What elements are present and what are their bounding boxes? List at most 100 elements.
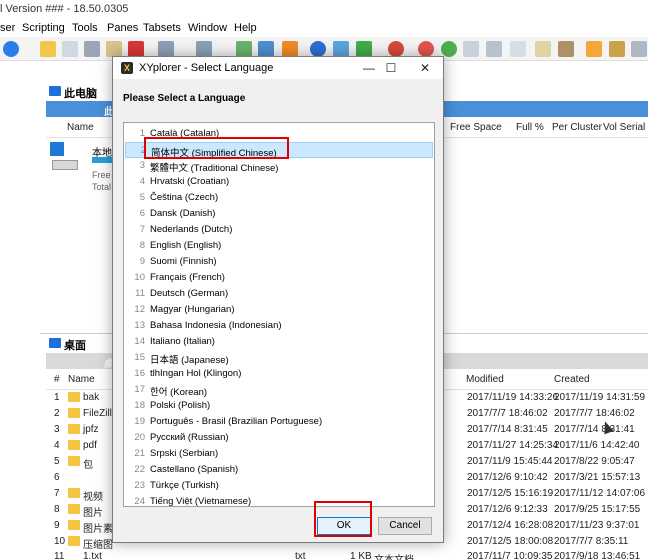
language-item[interactable]: 17 한어 (Korean)	[125, 382, 433, 398]
menu-item-tabsets[interactable]: Tabsets	[143, 22, 181, 34]
row-modified: 2017/12/5 18:00:08	[467, 536, 554, 547]
language-list[interactable]: 1 Català (Catalan) 2 简体中文 (Simplified Chine…	[123, 122, 435, 507]
language-item[interactable]: 15 日本語 (Japanese)	[125, 350, 433, 366]
paste-icon[interactable]	[106, 41, 122, 57]
dialog-titlebar[interactable]: X XYplorer - Select Language — ☐ ✕	[113, 57, 443, 79]
col-name-bottom[interactable]: Name	[68, 374, 95, 385]
checkbox-icon[interactable]	[258, 41, 274, 57]
drive-usage-bar	[92, 157, 112, 163]
folder-open-icon[interactable]	[40, 41, 56, 57]
language-label: Castellano (Spanish)	[150, 464, 239, 475]
language-label: Čeština (Czech)	[150, 192, 219, 203]
col-per-cluster[interactable]: Per Cluster	[552, 122, 602, 133]
row-name: jpfz	[83, 424, 99, 435]
tab-this-pc-label: 此电脑	[64, 88, 97, 100]
language-item[interactable]: 7 Nederlands (Dutch)	[125, 222, 433, 238]
cut-icon[interactable]	[84, 41, 100, 57]
row-created: 2017/11/6 14:42:40	[554, 440, 640, 451]
panes-icon[interactable]	[510, 41, 526, 57]
tab-desktop[interactable]: 桌面	[46, 335, 116, 352]
language-item[interactable]: 8 English (English)	[125, 238, 433, 254]
row-name: 图片	[83, 508, 103, 519]
maximize-icon[interactable]: ☐	[379, 59, 403, 77]
language-item[interactable]: 24 Tiếng Việt (Vietnamese)	[125, 494, 433, 510]
row-index: 4	[54, 440, 60, 451]
col-index[interactable]: #	[54, 374, 60, 385]
drive-item[interactable]: 本地 Free Total	[46, 140, 116, 194]
menu-item-scripting[interactable]: Scripting	[22, 22, 65, 34]
row-created: 2017/11/12 14:07:06	[554, 488, 646, 499]
language-label: Tiếng Việt (Vietnamese)	[150, 496, 252, 507]
col-modified[interactable]: Modified	[466, 374, 504, 385]
language-item[interactable]: 20 Русский (Russian)	[125, 430, 433, 446]
col-full-pct[interactable]: Full %	[516, 122, 544, 133]
tree-icon[interactable]	[236, 41, 252, 57]
computer-icon	[49, 86, 61, 96]
language-item[interactable]: 11 Deutsch (German)	[125, 286, 433, 302]
language-label: Polski (Polish)	[150, 400, 211, 411]
row-modified: 2017/11/9 15:45:44	[467, 456, 553, 467]
row-size: 1 KB	[350, 551, 372, 560]
row-index: 7	[54, 488, 60, 499]
language-index: 1	[139, 128, 145, 139]
row-created: 2017/9/18 13:46:51	[554, 551, 641, 560]
menu-item-window[interactable]: Window	[188, 22, 227, 34]
cancel-button[interactable]: Cancel	[378, 517, 432, 535]
tag-icon[interactable]	[282, 41, 298, 57]
row-created: 2017/8/22 9:05:47	[554, 456, 635, 467]
row-type: 文本文档	[374, 551, 414, 560]
col-name[interactable]: Name	[67, 122, 94, 133]
settings-icon[interactable]	[586, 41, 602, 57]
menu-item-user[interactable]: ser	[0, 22, 15, 34]
folder-icon	[68, 488, 80, 498]
copy-icon[interactable]	[62, 41, 78, 57]
row-created: 2017/9/25 15:17:55	[554, 504, 641, 515]
menu-item-tools[interactable]: Tools	[72, 22, 98, 34]
language-item[interactable]: 21 Srpski (Serbian)	[125, 446, 433, 462]
brush-icon[interactable]	[609, 41, 625, 57]
language-item[interactable]: 22 Castellano (Spanish)	[125, 462, 433, 478]
close-icon[interactable]: ✕	[413, 59, 437, 77]
row-modified: 2017/7/7 18:46:02	[467, 408, 548, 419]
row-modified: 2017/12/6 9:12:33	[467, 504, 548, 515]
filter-icon[interactable]	[333, 41, 349, 57]
row-ext: txt	[295, 551, 306, 560]
row-index: 1	[54, 392, 60, 403]
list-item[interactable]: 11 1.txt txt 1 KB文本文档 2017/11/7 10:09:352017…	[40, 549, 648, 560]
language-item[interactable]: 5 Čeština (Czech)	[125, 190, 433, 206]
language-item[interactable]: 3 繁體中文 (Traditional Chinese)	[125, 158, 433, 174]
col-created[interactable]: Created	[554, 374, 590, 385]
visual-filter-icon[interactable]	[356, 41, 372, 57]
color-filter-icon[interactable]	[388, 41, 404, 57]
delete-icon[interactable]	[128, 41, 144, 57]
bookmark-icon[interactable]	[535, 41, 551, 57]
more-icon[interactable]	[631, 41, 647, 57]
language-item[interactable]: 23 Türkçe (Turkish)	[125, 478, 433, 494]
language-item[interactable]: 6 Dansk (Danish)	[125, 206, 433, 222]
minimize-icon[interactable]: —	[357, 59, 381, 77]
language-item[interactable]: 13 Bahasa Indonesia (Indonesian)	[125, 318, 433, 334]
menu-item-help[interactable]: Help	[234, 22, 257, 34]
tools-icon[interactable]	[558, 41, 574, 57]
refresh-icon[interactable]	[3, 41, 19, 57]
layout-icon[interactable]	[463, 41, 479, 57]
language-item[interactable]: 14 Italiano (Italian)	[125, 334, 433, 350]
language-item[interactable]: 9 Suomi (Finnish)	[125, 254, 433, 270]
undo-icon[interactable]	[158, 41, 174, 57]
col-free-space[interactable]: Free Space	[450, 122, 502, 133]
language-label: Português - Brasil (Brazilian Portuguese…	[150, 416, 323, 427]
language-item[interactable]: 4 Hrvatski (Croatian)	[125, 174, 433, 190]
target-icon[interactable]	[418, 41, 434, 57]
tree-view-icon[interactable]	[441, 41, 457, 57]
language-index: 18	[134, 400, 145, 411]
language-item[interactable]: 12 Magyar (Hungarian)	[125, 302, 433, 318]
menu-item-panes[interactable]: Panes	[107, 22, 138, 34]
language-item[interactable]: 18 Polski (Polish)	[125, 398, 433, 414]
language-item[interactable]: 19 Português - Brasil (Brazilian Portugue…	[125, 414, 433, 430]
search-icon[interactable]	[310, 41, 326, 57]
col-vol-serial[interactable]: Vol Serial	[603, 122, 645, 133]
language-item[interactable]: 10 Français (French)	[125, 270, 433, 286]
language-item[interactable]: 16 tlhIngan Hol (Klingon)	[125, 366, 433, 382]
redo-icon[interactable]	[196, 41, 212, 57]
thumbnail-icon[interactable]	[486, 41, 502, 57]
